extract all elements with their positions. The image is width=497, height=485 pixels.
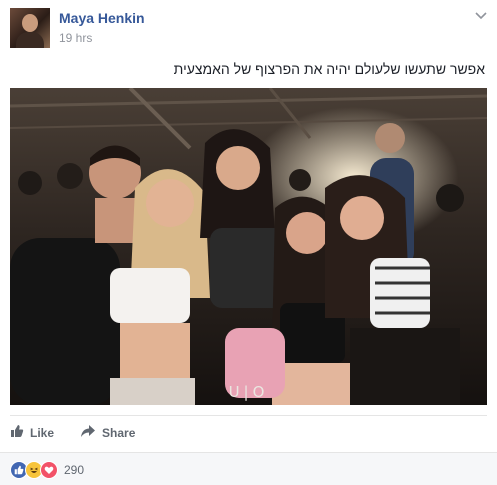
- share-arrow-icon: [80, 424, 96, 441]
- post-actions: Like Share: [10, 424, 135, 441]
- party-photo-illustration: [10, 88, 487, 405]
- post-text: אפשר שתעשו שלעולם יהיה את הפרצוף של האמצ…: [173, 61, 485, 77]
- share-button[interactable]: Share: [80, 424, 135, 441]
- post-card: Maya Henkin 19 hrs אפשר שתעשו שלעולם יהי…: [0, 0, 497, 485]
- love-icon: [40, 461, 58, 479]
- author-name[interactable]: Maya Henkin: [59, 10, 145, 26]
- post-timestamp[interactable]: 19 hrs: [59, 31, 92, 45]
- photo-watermark: U|O: [228, 383, 269, 401]
- reactions-bar: 290: [0, 452, 497, 485]
- author-avatar[interactable]: [10, 8, 50, 48]
- like-button[interactable]: Like: [10, 424, 54, 441]
- post-photo[interactable]: U|O: [10, 88, 487, 405]
- divider: [10, 415, 487, 416]
- like-label: Like: [30, 425, 55, 440]
- share-label: Share: [102, 425, 136, 440]
- timestamp-text[interactable]: 19 hrs: [59, 31, 92, 45]
- thumbs-up-icon: [10, 424, 24, 441]
- reaction-count[interactable]: 290: [64, 463, 84, 477]
- post-options-chevron-icon[interactable]: [475, 10, 487, 22]
- reactions-summary[interactable]: 290: [10, 461, 84, 479]
